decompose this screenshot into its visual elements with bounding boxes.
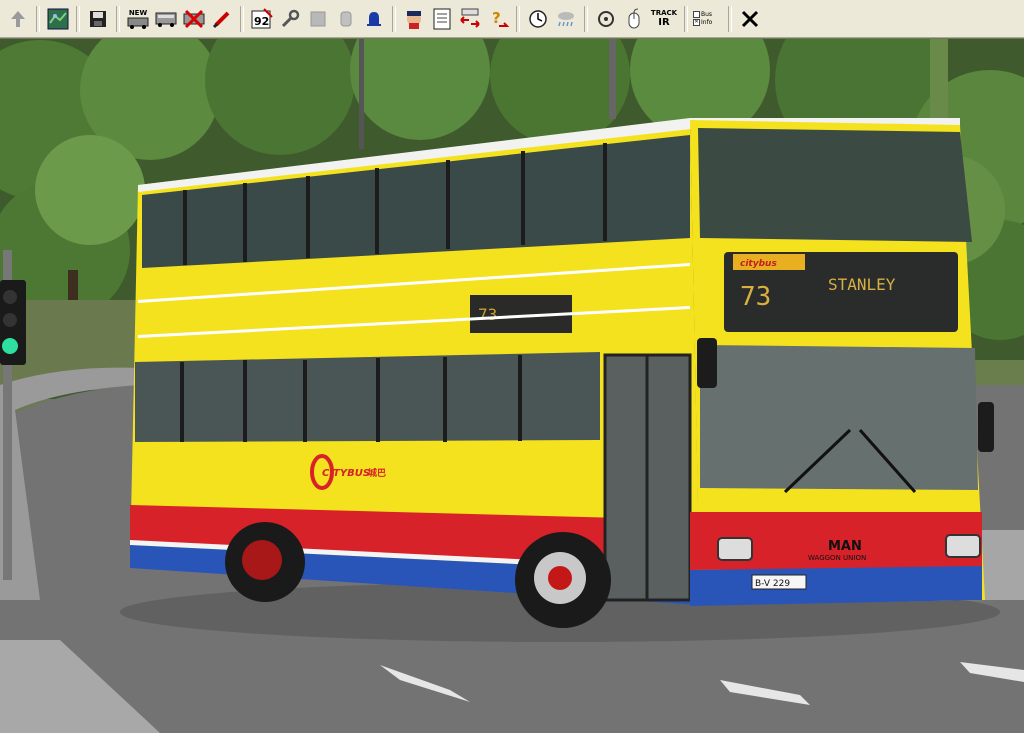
toolbar-separator xyxy=(76,5,80,32)
checkbox-options[interactable]: Bus ✕ Info xyxy=(693,6,723,32)
camera-icon[interactable] xyxy=(593,6,619,32)
bus[interactable]: 73 citybus 73 STANLEY 229 xyxy=(130,118,994,628)
map-icon[interactable] xyxy=(45,6,71,32)
toolbar-separator xyxy=(516,5,520,32)
main-toolbar: NEW 92 ? TRACK IR Bus ✕ Info xyxy=(0,0,1024,38)
traffic-light-green xyxy=(2,338,18,354)
tree-trunk xyxy=(930,39,948,119)
timetable-label: 92 xyxy=(254,15,269,28)
track-ir-label-top: TRACK xyxy=(650,9,678,17)
front-upper-windscreen xyxy=(698,128,972,242)
toolbar-separator xyxy=(240,5,244,32)
rear-wheel-hub xyxy=(242,540,282,580)
lamp-post xyxy=(609,39,616,119)
driver-icon[interactable] xyxy=(401,6,427,32)
front-lower-windscreen xyxy=(700,345,978,490)
toolbar-separator xyxy=(584,5,588,32)
headlight-right xyxy=(945,534,981,558)
simulation-viewport[interactable]: 73 citybus 73 STANLEY 229 xyxy=(0,39,1024,733)
option-checkbox-1[interactable] xyxy=(693,11,700,18)
license-plate-text: B-V 229 xyxy=(755,579,790,589)
track-ir-label-bottom: IR xyxy=(658,17,670,28)
side-mirror xyxy=(978,402,994,452)
toolbar-separator xyxy=(116,5,120,32)
citybus-logo-chinese: 城巴 xyxy=(368,467,386,479)
front-blue-band xyxy=(690,566,982,606)
front-display-logo: citybus xyxy=(740,259,777,269)
mouse-icon[interactable] xyxy=(621,6,647,32)
gray-box-icon[interactable] xyxy=(305,6,331,32)
traffic-light-amber xyxy=(3,313,17,327)
option-label-2: Info xyxy=(701,18,713,26)
lower-deck-windows xyxy=(135,352,600,442)
help-icon[interactable]: ? xyxy=(485,6,511,32)
option-label-1: Bus xyxy=(701,10,713,18)
traffic-light-red xyxy=(3,290,17,304)
clock-icon[interactable] xyxy=(525,6,551,32)
option-checkbox-2[interactable]: ✕ xyxy=(693,19,700,26)
document-icon[interactable] xyxy=(429,6,455,32)
brand-bottom: WAGGON UNION xyxy=(808,554,866,562)
track-ir-icon[interactable]: TRACK IR xyxy=(649,6,679,32)
front-route-number: 73 xyxy=(740,282,771,312)
headlight-left xyxy=(717,537,753,561)
front-wheel-center xyxy=(548,566,572,590)
lamp-post xyxy=(359,39,364,149)
front-destination-text: STANLEY xyxy=(828,275,896,294)
bus-icon[interactable] xyxy=(153,6,179,32)
side-mirror xyxy=(697,338,717,388)
up-arrow-icon[interactable] xyxy=(5,6,31,32)
gray-cylinder-icon[interactable] xyxy=(333,6,359,32)
timetable-icon[interactable]: 92 xyxy=(249,6,275,32)
pencil-icon[interactable] xyxy=(209,6,235,32)
side-route-number: 73 xyxy=(478,305,497,324)
brand-top: MAN xyxy=(828,539,862,554)
delete-bus-icon[interactable] xyxy=(181,6,207,32)
wrench-icon[interactable] xyxy=(277,6,303,32)
svg-text:?: ? xyxy=(492,9,501,27)
citybus-logo: CITYBUS xyxy=(322,468,370,479)
sidewalk-right xyxy=(980,530,1024,600)
toolbar-separator xyxy=(728,5,732,32)
swap-icon[interactable] xyxy=(457,6,483,32)
new-bus-icon[interactable]: NEW xyxy=(125,6,151,32)
weather-icon[interactable] xyxy=(553,6,579,32)
close-icon[interactable] xyxy=(737,6,763,32)
save-icon[interactable] xyxy=(85,6,111,32)
new-label: NEW xyxy=(128,8,148,17)
toolbar-separator xyxy=(684,5,688,32)
toolbar-separator xyxy=(392,5,396,32)
option-row-2[interactable]: ✕ Info xyxy=(693,19,712,27)
bell-icon[interactable] xyxy=(361,6,387,32)
option-row-1[interactable]: Bus xyxy=(693,11,712,19)
toolbar-separator xyxy=(36,5,40,32)
